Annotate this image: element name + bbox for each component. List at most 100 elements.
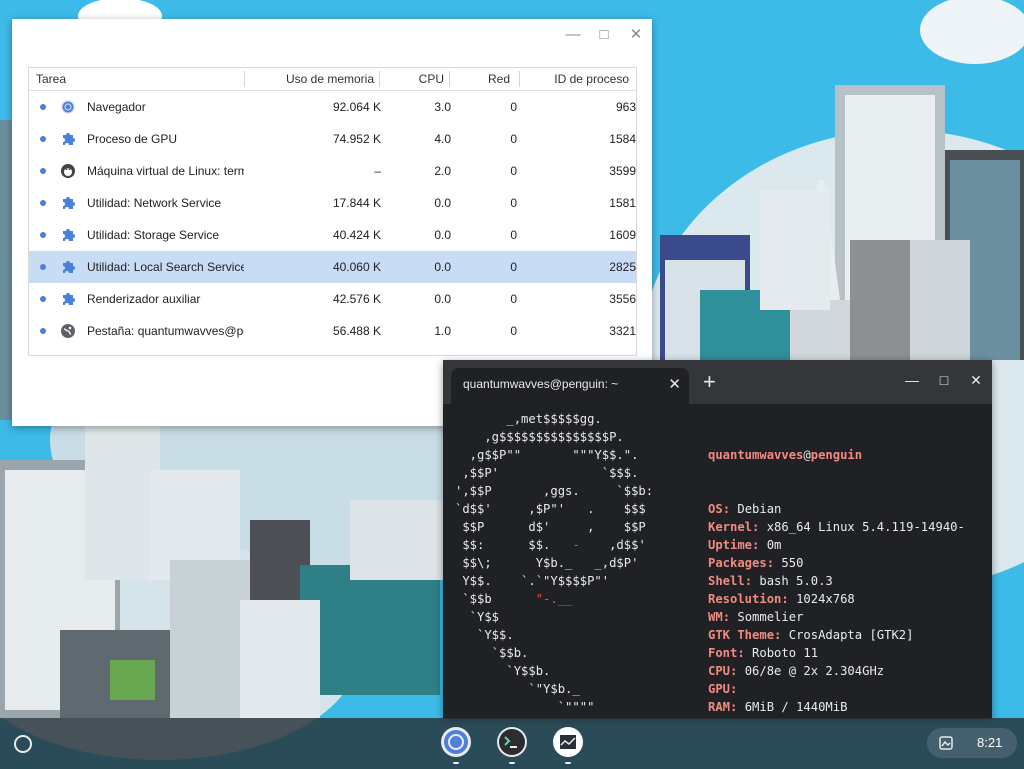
network-value: 0 bbox=[510, 260, 517, 274]
logo-line: ,$$P' `$$$. bbox=[455, 466, 639, 480]
memory-value: 92.064 K bbox=[332, 100, 381, 114]
info-line: Uptime: 0m bbox=[708, 538, 782, 552]
network-value: 0 bbox=[510, 196, 517, 210]
task-name: Utilidad: Storage Service bbox=[87, 228, 220, 242]
table-header: Tarea Uso de memoria CPU Red ID de proce… bbox=[29, 68, 636, 91]
column-header-memory[interactable]: Uso de memoria bbox=[286, 72, 374, 86]
close-button[interactable]: ✕ bbox=[967, 372, 985, 389]
minimize-button[interactable]: — bbox=[563, 25, 583, 45]
pid-value: 3321 bbox=[609, 324, 636, 338]
cpu-value: 1.0 bbox=[434, 324, 451, 338]
puzzle-icon bbox=[63, 229, 75, 241]
at-sign: @ bbox=[803, 448, 811, 462]
task-manager-icon[interactable] bbox=[552, 726, 584, 758]
logo-line: ,g$$P"" """Y$$.". bbox=[455, 448, 639, 462]
info-key: Kernel bbox=[708, 520, 753, 534]
user-host-line: quantumwavves@penguin bbox=[708, 446, 965, 464]
info-line: Resolution: 1024x768 bbox=[708, 592, 855, 606]
info-value: 06/8e @ 2x 2.304GHz bbox=[744, 664, 885, 678]
logo-line: $$: $$. - ,d$$' bbox=[455, 538, 646, 552]
system-info: quantumwavves@penguin OS: Debian Kernel: … bbox=[708, 410, 965, 719]
column-header-pid[interactable]: ID de proceso bbox=[554, 72, 629, 86]
host-name: penguin bbox=[810, 448, 863, 462]
info-key: WM bbox=[708, 610, 723, 624]
cpu-value: 0.0 bbox=[434, 260, 451, 274]
terminal-tab-title: quantumwavves@penguin: ~ bbox=[463, 377, 619, 391]
task-name: Navegador bbox=[87, 100, 146, 114]
user-name: quantumwavves bbox=[708, 448, 804, 462]
pid-value: 3599 bbox=[609, 164, 636, 178]
pid-value: 1584 bbox=[609, 132, 636, 146]
info-key: Resolution bbox=[708, 592, 782, 606]
table-row[interactable]: Utilidad: Network Service 17.844 K 0.0 0 158… bbox=[29, 187, 636, 219]
debian-ascii-logo: _,met$$$$$gg. ,g$$$$$$$$$$$$$$$P. ,g$$P"… bbox=[455, 410, 653, 716]
globe-icon bbox=[61, 324, 75, 338]
task-name: Proceso de GPU bbox=[87, 132, 178, 146]
info-value: 6MiB / 1440MiB bbox=[744, 700, 848, 714]
table-row[interactable]: Pestaña: quantumwavves@penguin 56.488 K 1.… bbox=[29, 315, 636, 347]
info-line: GTK Theme: CrosAdapta [GTK2] bbox=[708, 628, 914, 642]
info-line: Shell: bash 5.0.3 bbox=[708, 574, 833, 588]
launcher-button[interactable] bbox=[14, 735, 32, 753]
table-row[interactable]: Navegador 92.064 K 3.0 0 963 bbox=[29, 91, 636, 123]
task-name: Utilidad: Local Search Service bbox=[87, 260, 244, 274]
chrome-icon bbox=[61, 100, 75, 114]
chrome-icon[interactable] bbox=[440, 726, 472, 758]
task-table: Tarea Uso de memoria CPU Red ID de proce… bbox=[28, 67, 637, 356]
info-value: x86_64 Linux 5.4.119-14940- bbox=[766, 520, 965, 534]
maximize-button[interactable]: □ bbox=[935, 372, 953, 388]
logo-line: `Y$$. bbox=[455, 628, 514, 642]
info-key: Uptime bbox=[708, 538, 753, 552]
terminal-icon[interactable] bbox=[496, 726, 528, 758]
memory-value: 40.060 K bbox=[332, 260, 381, 274]
tote-icon[interactable] bbox=[939, 736, 953, 750]
info-key: Font bbox=[708, 646, 738, 660]
info-key: GPU bbox=[708, 682, 731, 696]
info-value: CrosAdapta [GTK2] bbox=[788, 628, 914, 642]
shelf: 8:21 bbox=[0, 718, 1024, 769]
cpu-value: 0.0 bbox=[434, 196, 451, 210]
column-header-cpu[interactable]: CPU bbox=[419, 72, 444, 86]
table-row[interactable]: Proceso de GPU 74.952 K 4.0 0 1584 bbox=[29, 123, 636, 155]
logo-line: `Y$$b. bbox=[455, 664, 551, 678]
info-key: OS bbox=[708, 502, 723, 516]
info-lines: OS: Debian Kernel: x86_64 Linux 5.4.119-1… bbox=[708, 500, 965, 716]
logo-line: Y$$. `.`"Y$$$$P"' bbox=[455, 574, 610, 588]
info-value: 550 bbox=[781, 556, 804, 570]
network-value: 0 bbox=[510, 324, 517, 338]
task-name: Pestaña: quantumwavves@penguin bbox=[87, 324, 244, 338]
info-line: RAM: 6MiB / 1440MiB bbox=[708, 700, 848, 714]
row-status-dot bbox=[40, 104, 46, 110]
logo-line: `"""" bbox=[455, 700, 595, 714]
minimize-button[interactable]: — bbox=[903, 372, 921, 388]
column-header-task[interactable]: Tarea bbox=[36, 72, 66, 86]
pid-value: 2825 bbox=[609, 260, 636, 274]
pid-value: 963 bbox=[615, 100, 636, 114]
logo-line: `$$b "-.__ bbox=[455, 592, 573, 606]
clock[interactable]: 8:21 bbox=[977, 735, 1002, 750]
row-status-dot bbox=[40, 168, 46, 174]
table-row[interactable]: Máquina virtual de Linux: termina – 2.0 0 35… bbox=[29, 155, 636, 187]
close-tab-icon[interactable]: ✕ bbox=[668, 375, 681, 393]
close-button[interactable]: ✕ bbox=[626, 25, 646, 45]
status-tray[interactable]: 8:21 bbox=[927, 728, 1017, 758]
row-status-dot bbox=[40, 136, 46, 142]
info-line: Kernel: x86_64 Linux 5.4.119-14940- bbox=[708, 520, 965, 534]
table-row[interactable]: Utilidad: Storage Service 40.424 K 0.0 0 160… bbox=[29, 219, 636, 251]
memory-value: 17.844 K bbox=[332, 196, 381, 210]
logo-line: `d$$' ,$P"' . $$$ bbox=[455, 502, 646, 516]
pid-value: 1609 bbox=[609, 228, 636, 242]
logo-line: `Y$$ bbox=[455, 610, 500, 624]
network-value: 0 bbox=[510, 228, 517, 242]
cpu-value: 0.0 bbox=[434, 228, 451, 242]
row-status-dot bbox=[40, 296, 46, 302]
column-header-network[interactable]: Red bbox=[488, 72, 510, 86]
table-row[interactable]: Utilidad: Local Search Service 40.060 K 0.… bbox=[29, 251, 636, 283]
app-indicator bbox=[509, 762, 515, 764]
app-indicator bbox=[565, 762, 571, 764]
memory-value: 74.952 K bbox=[332, 132, 381, 146]
new-tab-button[interactable]: + bbox=[703, 370, 716, 394]
maximize-button[interactable]: □ bbox=[594, 25, 614, 45]
terminal-tab[interactable]: quantumwavves@penguin: ~ ✕ bbox=[451, 368, 689, 404]
table-row[interactable]: Renderizador auxiliar 42.576 K 0.0 0 3556 bbox=[29, 283, 636, 315]
